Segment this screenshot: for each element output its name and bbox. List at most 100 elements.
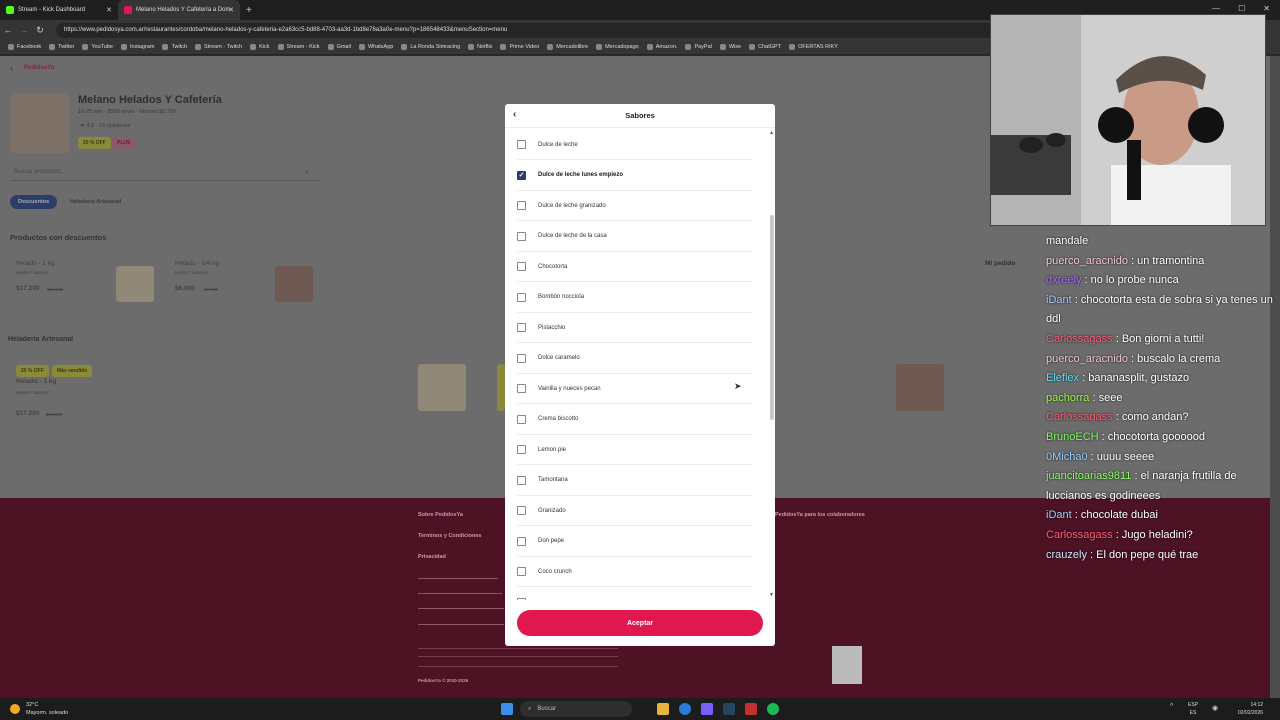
- flavor-option[interactable]: Coco crunch: [517, 557, 753, 587]
- flavor-option[interactable]: Tamontana: [517, 466, 753, 496]
- url-input[interactable]: https://www.pedidosya.com.ar/restaurante…: [56, 22, 996, 38]
- close-tab-icon[interactable]: ✕: [228, 6, 234, 14]
- checkbox[interactable]: [517, 262, 526, 271]
- tray-chevron-icon[interactable]: ^: [1170, 703, 1173, 710]
- flavor-option[interactable]: Lemon pie: [517, 435, 753, 465]
- network-icon[interactable]: ◉: [1212, 704, 1218, 712]
- chat-username[interactable]: crauzely: [1046, 549, 1087, 561]
- back-arrow-icon[interactable]: ‹: [10, 63, 13, 73]
- chat-username[interactable]: puerco_aracnido: [1046, 255, 1128, 267]
- bookmark-item[interactable]: ChatGPT: [749, 44, 781, 50]
- bookmark-item[interactable]: WhatsApp: [358, 44, 393, 50]
- chat-username[interactable]: pachorra: [1046, 392, 1089, 404]
- chat-username[interactable]: juancitoarias9811: [1046, 470, 1131, 482]
- checkbox[interactable]: [517, 475, 526, 485]
- new-tab-button[interactable]: +: [246, 5, 252, 16]
- flavor-option[interactable]: Vainilla y nueces pecan: [517, 374, 753, 404]
- scroll-up-icon[interactable]: ▲: [769, 130, 774, 136]
- chat-username[interactable]: Carlossagass: [1046, 411, 1113, 423]
- flavor-option[interactable]: Crema biscotto: [517, 405, 753, 435]
- flavor-option[interactable]: Dulce de leche granizado: [517, 191, 753, 221]
- task-view-icon[interactable]: [638, 703, 650, 715]
- bookmark-item[interactable]: Gmail: [327, 44, 351, 50]
- scroll-down-icon[interactable]: ▼: [769, 592, 774, 598]
- tab-kick-dashboard[interactable]: Stream - Kick Dashboard ✕: [0, 0, 118, 20]
- chat-username[interactable]: puerco_aracnido: [1046, 353, 1128, 365]
- bookmark-item[interactable]: YouTube: [82, 44, 113, 50]
- scrollbar-thumb[interactable]: [770, 215, 774, 420]
- checkbox[interactable]: [517, 597, 526, 600]
- flavor-option[interactable]: Bombón nocciola: [517, 283, 753, 313]
- bookmark-item[interactable]: La Ronda Simracing: [401, 44, 460, 50]
- flavor-option[interactable]: Dulce de leche: [517, 130, 753, 160]
- bookmark-item[interactable]: Stream - Kick: [277, 44, 320, 50]
- reviews-link[interactable]: 16 opiniones: [99, 123, 130, 129]
- steam-icon[interactable]: [723, 703, 735, 715]
- bookmark-item[interactable]: Netflix: [468, 44, 492, 50]
- footer-sublink[interactable]: [418, 593, 502, 594]
- bookmark-item[interactable]: Wise: [719, 44, 741, 50]
- bookmark-item[interactable]: Mercadopago: [596, 44, 639, 50]
- chat-username[interactable]: dxreely: [1046, 274, 1081, 286]
- flavor-option[interactable]: Dulce de leche de la casa: [517, 222, 753, 252]
- chat-username[interactable]: Eleflex: [1046, 372, 1079, 384]
- bookmark-item[interactable]: Prime Video: [500, 44, 539, 50]
- close-tab-icon[interactable]: ✕: [106, 6, 112, 14]
- checkbox[interactable]: [517, 323, 526, 332]
- bookmark-item[interactable]: Twitter: [49, 44, 74, 50]
- footer-link[interactable]: Sobre PedidosYa: [418, 512, 463, 518]
- checkbox[interactable]: [517, 536, 526, 546]
- taskbar-search-input[interactable]: ⌕ Buscar: [520, 701, 632, 717]
- chat-username[interactable]: 0Micha0: [1046, 451, 1088, 463]
- bookmark-item[interactable]: Kick: [250, 44, 270, 50]
- flavor-option[interactable]: Chocotorta: [517, 252, 753, 282]
- flavor-option[interactable]: Pistacchio: [517, 313, 753, 343]
- tab-pedidosya[interactable]: Melano Helados Y Cafetería a Dom ✕: [118, 0, 240, 20]
- bookmark-item[interactable]: Facebook: [8, 44, 41, 50]
- footer-sublink[interactable]: [418, 578, 498, 579]
- bookmark-item[interactable]: Twitch: [162, 44, 187, 50]
- chat-username[interactable]: BrunoECH: [1046, 431, 1099, 443]
- checkbox[interactable]: [517, 140, 526, 149]
- footer-sublink[interactable]: [418, 608, 504, 609]
- clock[interactable]: 14:12 02/02/2026: [1238, 701, 1263, 717]
- discord-icon[interactable]: [701, 703, 713, 715]
- flavor-option[interactable]: Granizado: [517, 496, 753, 526]
- close-window-icon[interactable]: ✕: [1263, 4, 1270, 13]
- chip-heladeria-artesanal[interactable]: Heladería Artesanal: [62, 195, 129, 209]
- bookmark-item[interactable]: Mercadolibre: [547, 44, 588, 50]
- language-indicator[interactable]: ESP ES: [1188, 701, 1198, 717]
- edge-icon[interactable]: [679, 703, 691, 715]
- footer-link[interactable]: Privacidad: [418, 554, 446, 560]
- chat-username[interactable]: iDant: [1046, 509, 1072, 521]
- chat-username[interactable]: iDant: [1046, 294, 1072, 306]
- checkbox-checked[interactable]: ✓: [517, 170, 526, 180]
- spotify-icon[interactable]: [767, 703, 779, 715]
- product-search-input[interactable]: Buscar productos...: [10, 164, 320, 181]
- back-arrow-icon[interactable]: ‹: [513, 109, 516, 120]
- windows-start-icon[interactable]: [501, 703, 513, 715]
- chip-descuentos[interactable]: Descuentos: [10, 195, 58, 209]
- checkbox[interactable]: [517, 292, 526, 302]
- app-icon[interactable]: [745, 703, 757, 715]
- back-icon[interactable]: ←: [0, 25, 16, 35]
- footer-link[interactable]: Terminos y Condiciones: [418, 533, 481, 539]
- bookmark-item[interactable]: PayPal: [685, 44, 712, 50]
- flavor-option[interactable]: Don pepe: [517, 527, 753, 557]
- checkbox[interactable]: [517, 567, 526, 576]
- checkbox[interactable]: [517, 414, 526, 424]
- checkbox[interactable]: [517, 506, 526, 515]
- bookmark-item[interactable]: Instagram: [120, 44, 154, 50]
- flavor-option[interactable]: Dolce caramelo: [517, 344, 753, 374]
- bookmark-item[interactable]: Stream - Twitch: [195, 44, 242, 50]
- search-icon[interactable]: ⌕: [305, 167, 309, 177]
- chat-username[interactable]: Carlossagass: [1046, 333, 1113, 345]
- checkbox[interactable]: [517, 353, 526, 363]
- flavor-option-partial[interactable]: [517, 588, 753, 600]
- accept-button[interactable]: Aceptar: [517, 610, 763, 636]
- checkbox[interactable]: [517, 384, 526, 393]
- footer-link-partners[interactable]: PedidosYa para los colaboradores: [775, 512, 865, 518]
- footer-sublink[interactable]: [418, 624, 504, 625]
- bookmark-item[interactable]: OFERTAS RIKY: [789, 44, 838, 50]
- brand-logo[interactable]: PedidosYa: [24, 65, 54, 71]
